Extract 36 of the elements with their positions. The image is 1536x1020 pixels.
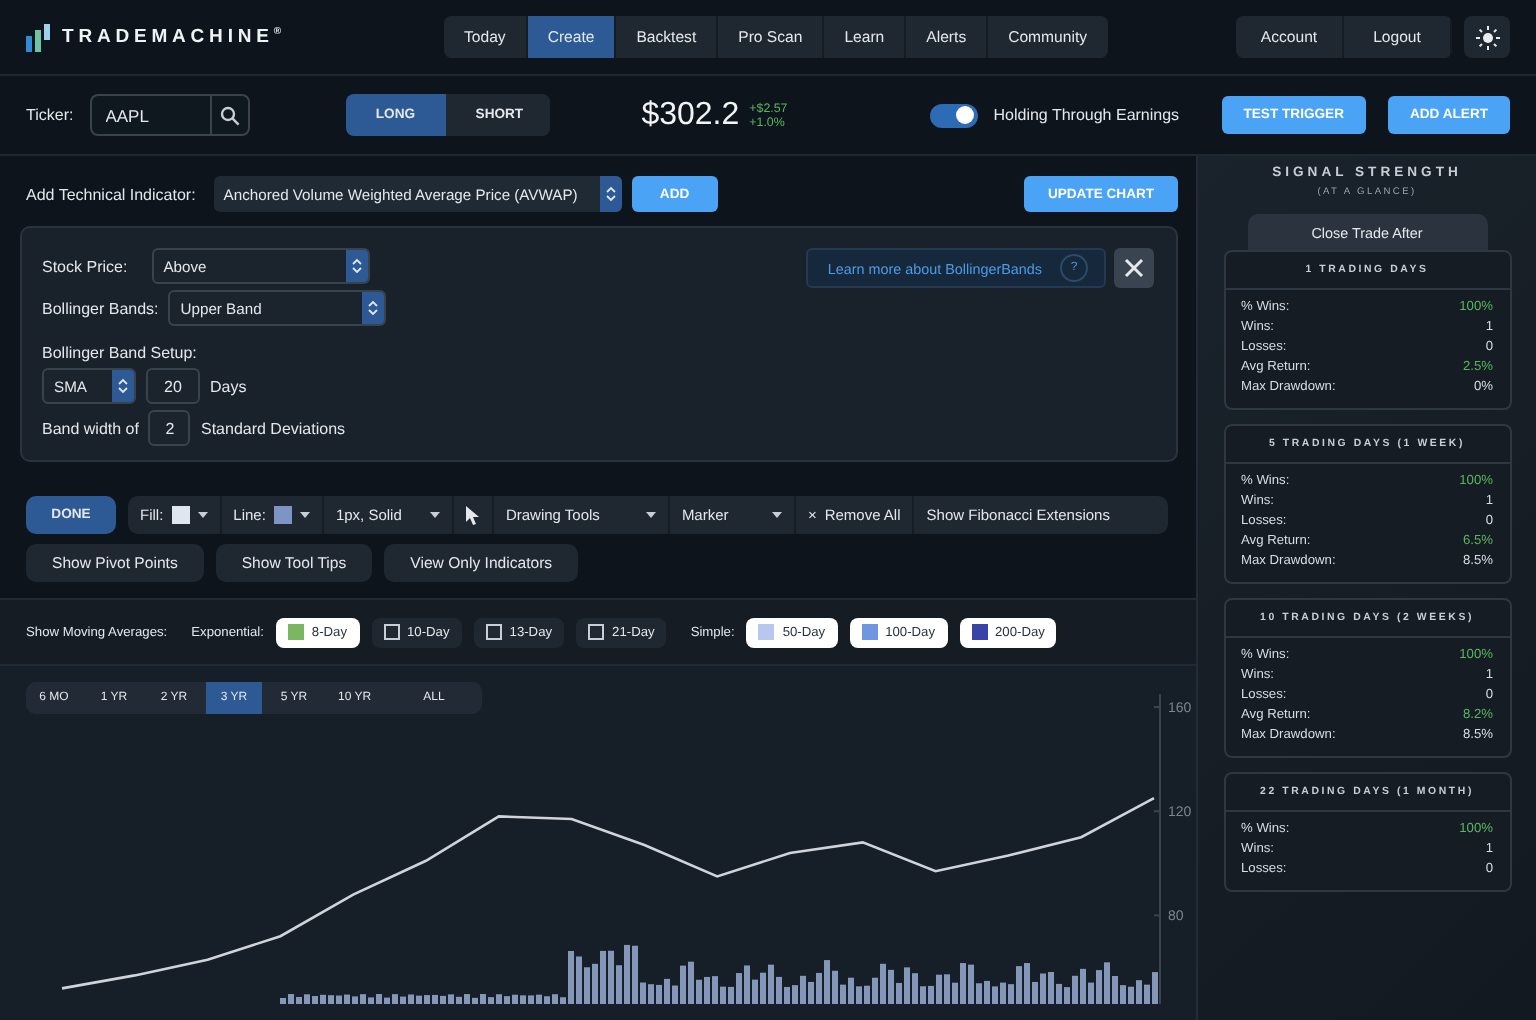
- fill-swatch-icon[interactable]: [171, 506, 190, 524]
- close-icon[interactable]: [1124, 258, 1144, 278]
- stock-price: $302.2: [641, 97, 740, 133]
- checkbox[interactable]: [287, 624, 304, 640]
- caret-icon[interactable]: [771, 512, 782, 518]
- spinner-arrows-icon[interactable]: [118, 378, 128, 394]
- bar-chart-logo-icon: [26, 23, 50, 51]
- setting-label: Bollinger Bands:: [42, 299, 159, 317]
- caret-icon[interactable]: [197, 512, 208, 518]
- deviations-label: Standard Deviations: [200, 419, 346, 437]
- theme-toggle-button[interactable]: [1464, 16, 1510, 58]
- caret-icon[interactable]: [429, 512, 440, 518]
- caret-icon[interactable]: [299, 512, 310, 518]
- spinner-arrows-icon[interactable]: [368, 300, 379, 316]
- setting-label: Stock Price:: [42, 257, 128, 275]
- band-width-label: Band width of: [42, 419, 139, 437]
- ticker-field[interactable]: AAPL: [89, 94, 250, 136]
- ticker-label: Ticker:: [26, 106, 74, 124]
- search-icon[interactable]: [219, 105, 240, 125]
- earnings-label: Holding Through Earnings: [993, 106, 1180, 124]
- indicator-label: Add Technical Indicator:: [26, 185, 196, 203]
- sun-icon[interactable]: [1475, 25, 1499, 49]
- section-label: Bollinger Band Setup:: [42, 344, 199, 362]
- spinner-arrows-icon[interactable]: [351, 258, 362, 274]
- spinner-arrows-icon[interactable]: [605, 186, 616, 202]
- close-button[interactable]: [1114, 248, 1154, 288]
- days-label: Days: [210, 377, 247, 395]
- caret-icon[interactable]: [645, 512, 656, 518]
- brand-name: TRADEMACHINE$^{®}$: [62, 25, 282, 49]
- line-swatch-icon[interactable]: [273, 506, 292, 524]
- earnings-switch[interactable]: [929, 103, 978, 127]
- checkbox[interactable]: [861, 624, 878, 640]
- checkbox[interactable]: [971, 624, 988, 640]
- band-width-field[interactable]: 2: [148, 410, 191, 446]
- cursor-icon[interactable]: [465, 505, 480, 525]
- days-field[interactable]: 20: [146, 368, 200, 404]
